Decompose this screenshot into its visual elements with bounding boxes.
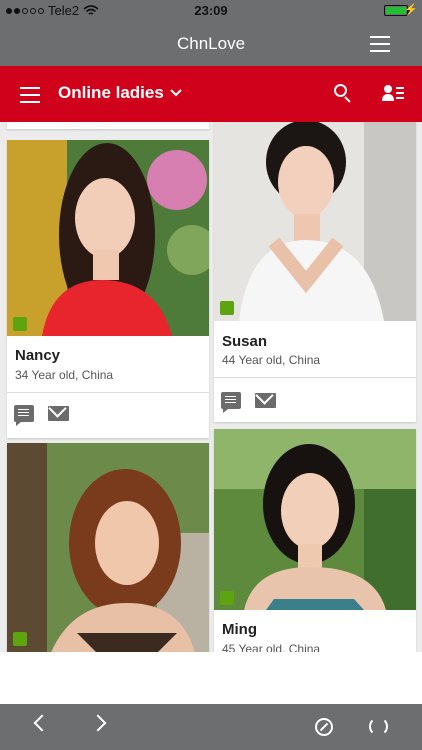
profile-photo[interactable] [7,140,209,336]
app-menu-icon[interactable] [370,36,390,52]
profile-photo[interactable] [214,429,416,610]
mail-icon[interactable] [255,393,276,408]
profile-name: Ming [222,621,257,638]
profile-card[interactable]: Nancy 34 Year old, China [7,140,209,438]
back-arrow-icon[interactable] [33,714,51,732]
online-status-indicator [13,317,27,331]
profile-name: Susan [222,333,268,350]
card-divider [7,392,209,393]
profile-photo[interactable] [7,443,209,652]
status-bar: Tele2 23:09 ⚡ [0,0,422,22]
profile-card-partial[interactable] [7,122,209,129]
section-header: Online ladies [0,66,422,122]
content-spacer [0,652,422,704]
message-icon[interactable] [14,405,34,426]
profile-grid: Nancy 34 Year old, China Susan 44 Year o… [0,122,422,652]
search-icon[interactable] [334,84,354,104]
contacts-icon[interactable] [382,84,404,102]
charging-bolt-icon: ⚡ [404,4,418,16]
section-title-dropdown[interactable]: Online ladies [58,83,182,103]
profile-info: 45 Year old, China [222,642,321,652]
section-title: Online ladies [58,83,164,102]
profile-card[interactable]: Susan 44 Year old, China [214,122,416,422]
app-title-bar: ChnLove [0,22,422,66]
refresh-icon[interactable] [369,717,388,736]
card-divider [214,377,416,378]
mail-icon[interactable] [48,406,69,421]
menu-icon[interactable] [20,87,40,103]
profile-info: 44 Year old, China [222,353,321,367]
online-status-indicator [220,591,234,605]
profile-card[interactable]: Ming 45 Year old, China [214,429,416,652]
status-time: 23:09 [194,3,228,18]
chevron-down-icon [170,89,182,97]
profile-photo[interactable] [214,122,416,321]
forward-arrow-icon[interactable] [89,714,107,732]
compass-icon[interactable] [315,718,333,736]
online-status-indicator [13,632,27,646]
profile-card[interactable] [7,443,209,652]
app-title: ChnLove [176,34,246,53]
profile-info: 34 Year old, China [15,368,114,382]
message-icon[interactable] [221,392,241,413]
profile-name: Nancy [15,347,61,364]
bottom-toolbar [0,704,422,750]
online-status-indicator [220,301,234,315]
